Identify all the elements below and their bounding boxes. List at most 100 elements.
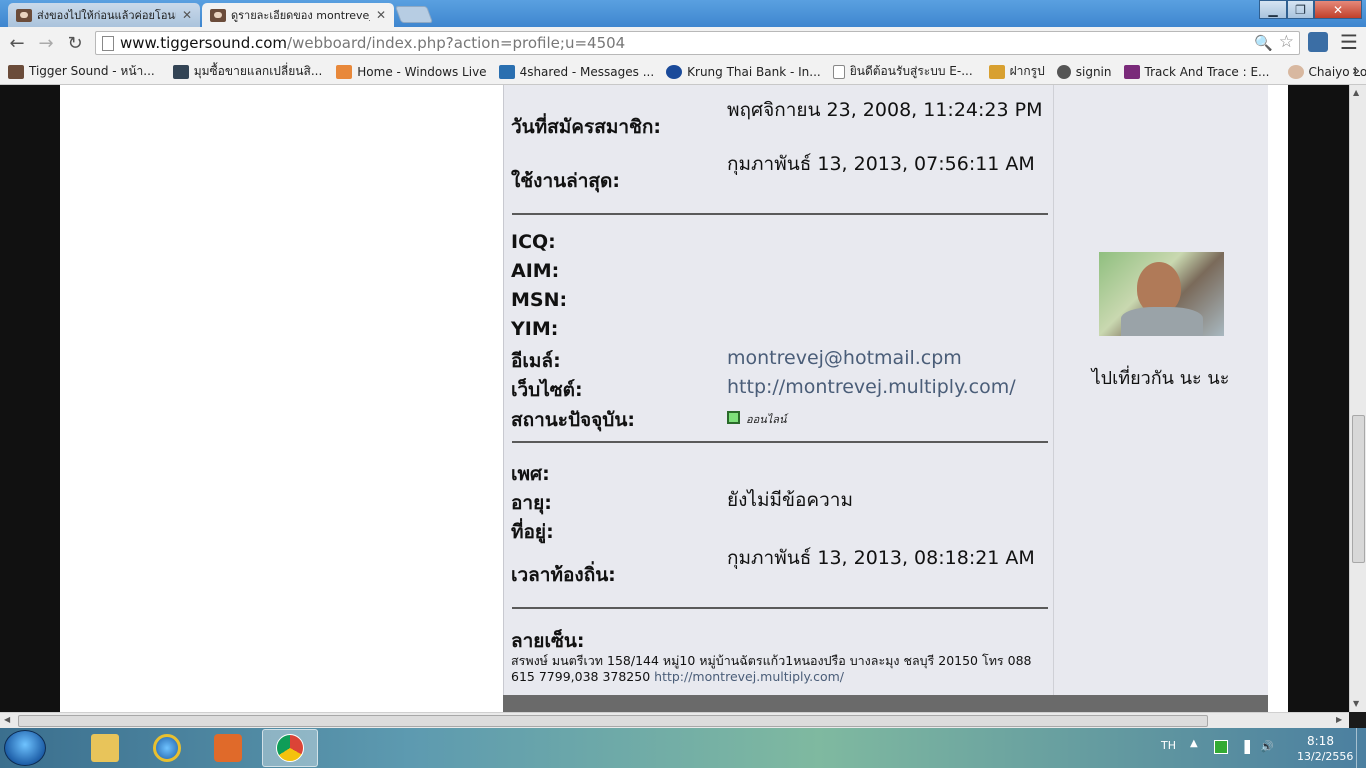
- bookmark-item[interactable]: มุมซื้อขายแลกเปลี่ยนสิ...: [172, 62, 323, 81]
- profile-row-icq: ICQ:: [511, 231, 727, 253]
- profile-row-last-active: ใช้งานล่าสุด: กุมภาพันธ์ 13, 2013, 07:56…: [511, 152, 1047, 196]
- horizontal-scrollbar[interactable]: ◀ ▶: [0, 712, 1349, 728]
- back-arrow-icon[interactable]: ←: [5, 32, 29, 54]
- folder-icon: [91, 734, 119, 762]
- address-bar[interactable]: www.tiggersound.com/webboard/index.php?a…: [95, 31, 1300, 55]
- url-host: www.tiggersound.com: [120, 34, 288, 52]
- windows-taskbar: TH ▲ 🔊 8:18 13/2/2556: [0, 728, 1366, 768]
- taskbar-ie[interactable]: [139, 729, 195, 767]
- internet-explorer-icon: [153, 734, 181, 762]
- row-label: เว็บไซต์:: [511, 379, 583, 401]
- vertical-scroll-thumb[interactable]: [1352, 415, 1365, 563]
- profile-row-location: ที่อยู่:: [511, 517, 727, 547]
- bookmark-label: 4shared - Messages ...: [519, 64, 655, 79]
- section-divider: [512, 441, 1048, 443]
- row-value: กุมภาพันธ์ 13, 2013, 08:18:21 AM: [727, 547, 1035, 569]
- email-link[interactable]: montrevej@hotmail.cpm: [727, 346, 1047, 376]
- taskbar-chrome[interactable]: [262, 729, 318, 767]
- bookmark-label: signin: [1075, 64, 1112, 79]
- taskbar-media[interactable]: [200, 729, 256, 767]
- tigger-favicon-icon: [210, 8, 226, 22]
- bookmarks-bar: Tigger Sound - หน้า... มุมซื้อขายแลกเปลี…: [0, 59, 1366, 85]
- forward-arrow-icon[interactable]: →: [34, 32, 58, 54]
- bookmark-star-icon[interactable]: ☆: [1279, 32, 1294, 52]
- row-value: พฤศจิกายน 23, 2008, 11:24:23 PM: [727, 99, 1043, 121]
- section-divider: [512, 607, 1048, 609]
- row-label: เพศ:: [511, 463, 550, 485]
- scroll-left-icon[interactable]: ◀: [4, 715, 10, 724]
- profile-row-msn: MSN:: [511, 289, 727, 311]
- row-label: อายุ:: [511, 492, 552, 514]
- bookmark-label: มุมซื้อขายแลกเปลี่ยนสิ...: [193, 64, 323, 78]
- extension-icon[interactable]: [1308, 32, 1328, 52]
- tab-1[interactable]: ส่งของไปให้ก่อนแล้วค่อยโอนเ ✕: [8, 3, 200, 27]
- system-tray: TH ▲ 🔊 8:18 13/2/2556: [1140, 728, 1366, 768]
- clock-time[interactable]: 8:18: [1307, 734, 1334, 748]
- bookmark-item[interactable]: ยินดีต้อนรับสู่ระบบ E-...: [832, 62, 973, 81]
- show-desktop-button[interactable]: [1356, 728, 1366, 768]
- profile-row-status: สถานะปัจจุบัน: ออนไลน์: [511, 405, 1047, 435]
- row-label: MSN:: [511, 289, 568, 311]
- taskbar-explorer[interactable]: [77, 729, 133, 767]
- profile-row-yim: YIM:: [511, 318, 727, 340]
- row-label: ใช้งานล่าสุด:: [511, 170, 620, 192]
- bookmark-item[interactable]: Track And Trace : E...: [1123, 64, 1270, 79]
- bookmark-favicon-icon: [336, 64, 353, 79]
- row-label: ICQ:: [511, 231, 556, 253]
- signal-icon[interactable]: [1236, 740, 1250, 754]
- bookmark-label: Tigger Sound - หน้า...: [29, 64, 155, 78]
- tab-2[interactable]: ดูรายละเอียดของ montrevej ✕: [202, 3, 394, 27]
- clock-date[interactable]: 13/2/2556: [1297, 750, 1353, 763]
- volume-icon[interactable]: 🔊: [1260, 740, 1274, 754]
- tab-title: ส่งของไปให้ก่อนแล้วค่อยโอนเ: [37, 9, 176, 22]
- zoom-icon[interactable]: 🔍: [1254, 34, 1273, 52]
- signature-text: สรพงษ์ มนตรีเวท 158/144 หมู่10 หมู่บ้านฉ…: [511, 653, 1051, 685]
- tab-close-icon[interactable]: ✕: [182, 8, 192, 22]
- menu-icon[interactable]: ☰: [1340, 30, 1358, 54]
- row-label: YIM:: [511, 318, 559, 340]
- bookmark-label: Track And Trace : E...: [1144, 64, 1270, 79]
- page-viewport: วันที่สมัครสมาชิก: พฤศจิกายน 23, 2008, 1…: [0, 85, 1366, 712]
- start-button[interactable]: [4, 730, 46, 766]
- online-status-icon: [727, 411, 740, 424]
- tab-close-icon[interactable]: ✕: [376, 8, 386, 22]
- bookmark-label: Krung Thai Bank - In...: [687, 64, 821, 79]
- media-player-icon: [214, 734, 242, 762]
- signature-link[interactable]: http://montrevej.multiply.com/: [654, 669, 844, 684]
- bookmark-favicon-icon: [1287, 64, 1304, 79]
- bookmark-item[interactable]: signin: [1056, 64, 1112, 79]
- avatar-body: [1121, 307, 1203, 336]
- bookmark-item[interactable]: Tigger Sound - หน้า...: [8, 62, 155, 81]
- network-adapter-icon[interactable]: [1214, 740, 1228, 754]
- show-hidden-icons[interactable]: ▲: [1190, 738, 1198, 749]
- row-label: AIM:: [511, 260, 560, 282]
- profile-row-local-time: เวลาท้องถิ่น: กุมภาพันธ์ 13, 2013, 08:18…: [511, 546, 1047, 590]
- vertical-scrollbar[interactable]: ▲ ▼: [1349, 85, 1366, 712]
- scroll-down-icon[interactable]: ▼: [1353, 699, 1359, 708]
- bookmarks-more-button[interactable]: »: [1352, 64, 1360, 79]
- bottom-bar: [503, 695, 1268, 712]
- row-label: อีเมล์:: [511, 350, 561, 372]
- horizontal-scroll-thumb[interactable]: [18, 715, 1208, 727]
- new-tab-button[interactable]: [394, 6, 434, 23]
- bookmark-item[interactable]: Krung Thai Bank - In...: [666, 64, 821, 79]
- status-value: ออนไลน์: [727, 405, 1047, 435]
- online-status-text: ออนไลน์: [746, 413, 787, 426]
- bookmark-item[interactable]: 4shared - Messages ...: [498, 64, 655, 79]
- bookmark-favicon-icon: [172, 64, 189, 79]
- scroll-up-icon[interactable]: ▲: [1353, 88, 1359, 97]
- bookmark-favicon-icon: [498, 64, 515, 79]
- bookmark-favicon-icon: [832, 64, 845, 79]
- minimize-button[interactable]: ▁: [1259, 0, 1287, 19]
- bookmark-item[interactable]: ฝากรูป: [988, 62, 1045, 81]
- scroll-right-icon[interactable]: ▶: [1336, 715, 1342, 724]
- profile-row-registered: วันที่สมัครสมาชิก: พฤศจิกายน 23, 2008, 1…: [511, 98, 1047, 142]
- website-link[interactable]: http://montrevej.multiply.com/: [727, 375, 1057, 405]
- bookmark-item[interactable]: Home - Windows Live: [336, 64, 487, 79]
- reload-icon[interactable]: ↻: [63, 32, 87, 54]
- language-indicator[interactable]: TH: [1161, 739, 1176, 752]
- tigger-favicon-icon: [16, 8, 32, 22]
- close-window-button[interactable]: ✕: [1314, 0, 1362, 19]
- bookmark-favicon-icon: [8, 64, 24, 79]
- maximize-button[interactable]: ❐: [1287, 0, 1314, 19]
